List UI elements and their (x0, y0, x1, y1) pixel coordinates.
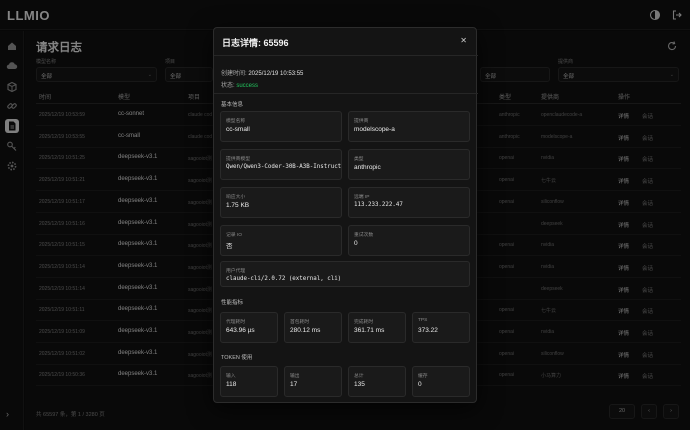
retry-count-card: 重试次数 0 (348, 225, 470, 256)
user-agent-card: 用户代理 claude-cli/2.0.72 (external, cli) (220, 261, 470, 287)
tps-card: TPS 373.22 (412, 312, 470, 343)
total-tokens-card-label: 总计 (354, 374, 364, 379)
response-size-card-value: 1.75 KB (226, 202, 250, 209)
cache-tokens-card: 缓存 0 (412, 366, 470, 397)
response-size-card: 响应大小 1.75 KB (220, 187, 342, 218)
complete-time-card-value: 361.71 ms (354, 327, 385, 334)
input-tokens-card: 输入 118 (220, 366, 278, 397)
status-row: 状态: success (221, 80, 258, 89)
provider-model-card-value: Qwen/Qwen3-Coder-30B-A3B-Instruct (226, 164, 342, 170)
provider-model-card-label: 提供商模型 (226, 157, 250, 162)
model-name-card: 模型名称 cc-small (220, 111, 342, 142)
close-icon[interactable]: ✕ (460, 36, 467, 45)
type-card-label: 类型 (354, 157, 364, 162)
response-size-card-label: 响应大小 (226, 195, 246, 200)
cache-tokens-card-value: 0 (418, 381, 422, 388)
provider-model-card: 提供商模型 Qwen/Qwen3-Coder-30B-A3B-Instruct (220, 149, 342, 180)
type-card-value: anthropic (354, 164, 381, 171)
model-name-card-value: cc-small (226, 126, 250, 133)
user-agent-value: claude-cli/2.0.72 (external, cli) (226, 276, 342, 282)
proxy-time-card-label: 代理耗时 (226, 320, 246, 325)
output-tokens-card-value: 17 (290, 381, 298, 388)
total-tokens-card: 总计 135 (348, 366, 406, 397)
status-badge: success (236, 83, 259, 89)
created-time: 创建时间: 2025/12/19 10:53:55 (221, 68, 303, 77)
type-card: 类型 anthropic (348, 149, 470, 180)
remote-ip-card-value: 113.233.222.47 (354, 202, 403, 208)
provider-card-value: modelscope-a (354, 126, 395, 133)
modal-divider (214, 55, 478, 56)
record-io-card: 记录 IO 否 (220, 225, 342, 256)
token-section-title: TOKEN 使用 (221, 355, 253, 361)
first-byte-card-value: 280.12 ms (290, 327, 321, 334)
record-io-card-label: 记录 IO (226, 233, 242, 238)
created-value: 2025/12/19 10:53:55 (248, 71, 304, 77)
input-tokens-card-value: 118 (226, 381, 237, 388)
record-io-card-value: 否 (226, 243, 233, 250)
complete-time-card-label: 完成耗时 (354, 320, 374, 325)
status-label: 状态: (221, 83, 235, 89)
modal-divider (214, 93, 478, 94)
remote-ip-card: 远端 IP 113.233.222.47 (348, 187, 470, 218)
user-agent-label: 用户代理 (226, 269, 246, 274)
perf-section-title: 性能指标 (221, 300, 244, 306)
provider-card: 提供商 modelscope-a (348, 111, 470, 142)
modal-title: 日志详情: 65596 (222, 38, 289, 48)
first-byte-card: 首包耗时 280.12 ms (284, 312, 342, 343)
provider-card-label: 提供商 (354, 119, 369, 124)
complete-time-card: 完成耗时 361.71 ms (348, 312, 406, 343)
basic-section-title: 基本信息 (221, 102, 244, 108)
tps-card-value: 373.22 (418, 327, 438, 334)
retry-count-card-value: 0 (354, 240, 358, 247)
proxy-time-card-value: 643.96 µs (226, 327, 255, 334)
retry-count-card-label: 重试次数 (354, 233, 374, 238)
output-tokens-card-label: 输出 (290, 374, 300, 379)
created-label: 创建时间: (221, 71, 247, 77)
model-name-card-label: 模型名称 (226, 119, 246, 124)
cache-tokens-card-label: 缓存 (418, 374, 428, 379)
first-byte-card-label: 首包耗时 (290, 320, 310, 325)
total-tokens-card-value: 135 (354, 381, 365, 388)
log-detail-modal: 日志详情: 65596 ✕ 创建时间: 2025/12/19 10:53:55 … (213, 27, 478, 403)
remote-ip-card-label: 远端 IP (354, 195, 370, 200)
input-tokens-card-label: 输入 (226, 374, 236, 379)
output-tokens-card: 输出 17 (284, 366, 342, 397)
tps-card-label: TPS (418, 318, 428, 323)
proxy-time-card: 代理耗时 643.96 µs (220, 312, 278, 343)
